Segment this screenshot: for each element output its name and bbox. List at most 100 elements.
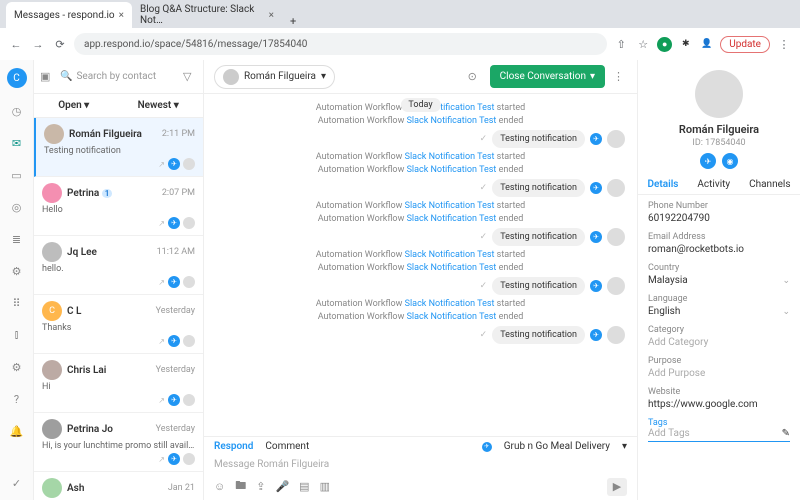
tags-field[interactable]: Tags Add Tags ✎ (648, 418, 790, 442)
contact-field[interactable]: Phone Number 60192204790 (648, 201, 790, 224)
workflow-link[interactable]: Slack Notification Test (407, 263, 497, 273)
tags-input[interactable]: Add Tags ✎ (648, 428, 790, 442)
conversation-item[interactable]: Ash Jan 21 Hey Ash, how can we help? ↗ ✈ (34, 472, 203, 500)
sender-avatar (607, 277, 625, 295)
workflow-link[interactable]: Slack Notification Test (405, 299, 495, 309)
broadcast-icon[interactable]: ◎ (8, 198, 26, 216)
voice-icon[interactable]: 🎤 (275, 480, 289, 493)
new-tab-button[interactable]: + (282, 15, 304, 28)
conversation-item[interactable]: Chris Lai Yesterday Hi ↗ ✈ (34, 354, 203, 413)
extension-icon[interactable]: ● (657, 37, 672, 52)
notifications-icon[interactable]: 🔔 (8, 422, 26, 440)
url-input[interactable]: app.respond.io/space/54816/message/17854… (74, 33, 607, 55)
field-label: Tags (648, 418, 790, 428)
workflow-link[interactable]: Slack Notification Test (407, 116, 497, 126)
tab-comment[interactable]: Comment (265, 441, 309, 452)
contact-field[interactable]: Email Address roman@rocketbots.io (648, 232, 790, 255)
bookmark-icon[interactable]: ☆ (635, 36, 651, 52)
field-value[interactable]: https://www.google.com (648, 399, 790, 410)
upload-icon[interactable]: ⇪ (256, 480, 265, 493)
conversation-time: Yesterday (156, 365, 195, 375)
field-value[interactable]: Add Category (648, 337, 790, 348)
sender-avatar (607, 326, 625, 344)
tab-details[interactable]: Details (647, 179, 678, 190)
share-icon[interactable]: ⇧ (613, 36, 629, 52)
browser-tab[interactable]: Blog Q&A Structure: Slack Not… × (132, 2, 282, 28)
filter-icon[interactable]: ▽ (183, 70, 197, 84)
workflow-link[interactable]: Slack Notification Test (405, 152, 495, 162)
channel-selector[interactable]: Grub n Go Meal Delivery (504, 441, 610, 452)
close-conversation-button[interactable]: Close Conversation ▾ (490, 65, 605, 88)
gear-icon[interactable]: ⚙ (8, 262, 26, 280)
more-icon[interactable]: ⋮ (613, 70, 627, 84)
org-icon[interactable]: ⠿ (8, 294, 26, 312)
workflow-link[interactable]: Slack Notification Test (405, 250, 495, 260)
filter-open[interactable]: Open ▾ (58, 100, 89, 111)
conversation-item[interactable]: Petrina Jo Yesterday Hi, is your lunchti… (34, 413, 203, 472)
emoji-icon[interactable]: ☺ (214, 480, 225, 493)
layout-icon[interactable]: ▣ (40, 70, 54, 84)
channel-icon: ✈ (168, 394, 180, 406)
update-button[interactable]: Update (720, 36, 770, 53)
tab-activity[interactable]: Activity (697, 179, 730, 190)
message-area[interactable]: Automation Workflow Slack Notification T… (204, 94, 637, 436)
workflow-link[interactable]: Slack Notification Test (405, 201, 495, 211)
field-value[interactable]: 60192204790 (648, 213, 790, 224)
tab-respond[interactable]: Respond (214, 441, 253, 452)
contact-field[interactable]: Website https://www.google.com (648, 387, 790, 410)
search-input[interactable]: 🔍 Search by contact (60, 71, 177, 82)
reload-icon[interactable]: ⟳ (52, 36, 68, 52)
chevron-down-icon: ⌄ (782, 276, 790, 286)
message-input[interactable]: Message Román Filgueira (214, 456, 627, 473)
workspace-avatar[interactable]: C (7, 68, 27, 88)
help-icon[interactable]: ? (8, 390, 26, 408)
workflow-link[interactable]: Slack Notification Test (407, 214, 497, 224)
template-icon[interactable]: ▥ (320, 480, 330, 493)
list-icon[interactable]: ≣ (8, 230, 26, 248)
settings-icon[interactable]: ⚙ (8, 358, 26, 376)
send-button[interactable]: ▶ (607, 478, 627, 496)
conversation-item[interactable]: C C L Yesterday Thanks ↗ ✈ (34, 295, 203, 354)
contact-field[interactable]: Language English⌄ (648, 294, 790, 317)
message-bubble: Testing notification (492, 130, 585, 148)
dashboard-icon[interactable]: ◷ (8, 102, 26, 120)
field-value[interactable]: English⌄ (648, 306, 790, 317)
menu-icon[interactable]: ⋮ (776, 36, 792, 52)
attach-icon[interactable]: 🖿 (235, 477, 246, 496)
tab-channels[interactable]: Channels (749, 179, 790, 190)
conversation-item[interactable]: Jq Lee 11:12 AM hello. ↗ ✈ (34, 236, 203, 295)
conversation-preview: hello. (42, 264, 195, 274)
profile-icon[interactable]: 👤 (699, 37, 714, 52)
close-icon[interactable]: × (119, 10, 124, 21)
close-icon[interactable]: × (269, 10, 274, 21)
browser-tab-active[interactable]: Messages - respond.io × (6, 2, 132, 28)
field-value[interactable]: roman@rocketbots.io (648, 244, 790, 255)
extensions-menu-icon[interactable]: ✱ (678, 37, 693, 52)
filter-sort[interactable]: Newest ▾ (138, 100, 179, 111)
back-icon[interactable]: ← (8, 36, 24, 52)
contact-field[interactable]: Category Add Category (648, 325, 790, 348)
channel-icon: ✈ (590, 231, 602, 243)
field-value[interactable]: Malaysia⌄ (648, 275, 790, 286)
field-value[interactable]: Add Purpose (648, 368, 790, 379)
contact-selector[interactable]: Román Filgueira ▾ (214, 65, 335, 89)
arrow-icon: ↗ (158, 160, 165, 169)
system-message: Automation Workflow Slack Notification T… (216, 263, 625, 273)
workflow-link[interactable]: Slack Notification Test (407, 165, 497, 175)
contacts-icon[interactable]: ▭ (8, 166, 26, 184)
forward-icon[interactable]: → (30, 36, 46, 52)
conversation-item[interactable]: Román Filgueira 2:11 PM Testing notifica… (34, 118, 203, 177)
logo-icon[interactable]: ✓ (8, 474, 26, 492)
reports-icon[interactable]: ⫾ (8, 326, 26, 344)
contact-field[interactable]: Country Malaysia⌄ (648, 263, 790, 286)
workflow-link[interactable]: Slack Notification Test (407, 312, 497, 322)
conversation-name: Petrina 1 (67, 188, 157, 199)
inbox-icon[interactable]: ✉ (8, 134, 26, 152)
messenger-icon[interactable]: ◉ (722, 153, 738, 169)
snippet-icon[interactable]: ▤ (299, 480, 309, 493)
telegram-icon[interactable]: ✈ (700, 153, 716, 169)
contact-field[interactable]: Purpose Add Purpose (648, 356, 790, 379)
search-conversation-icon[interactable]: ⊙ (468, 70, 482, 84)
system-message: Automation Workflow Slack Notification T… (216, 299, 625, 309)
conversation-item[interactable]: Petrina 1 2:07 PM Hello ↗ ✈ (34, 177, 203, 236)
